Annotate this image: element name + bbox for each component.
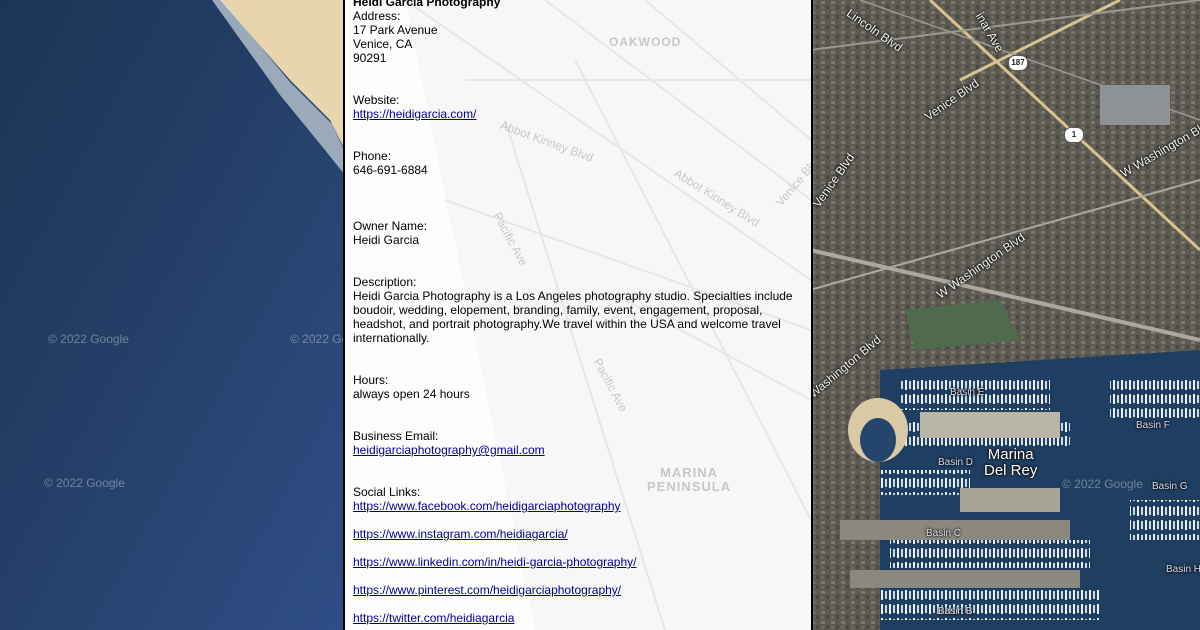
phone-number: 646-691-6884 xyxy=(353,163,428,177)
facebook-link[interactable]: https://www.facebook.com/heidigarciaphot… xyxy=(353,499,808,513)
owner-name: Heidi Garcia xyxy=(353,233,420,247)
owner-label: Owner Name: xyxy=(353,219,428,233)
instagram-link[interactable]: https://www.instagram.com/heidiagarcia/ xyxy=(353,527,808,541)
hours-label: Hours: xyxy=(353,373,389,387)
linkedin-link[interactable]: https://www.linkedin.com/in/heidi-garcia… xyxy=(353,555,808,569)
basin-label: Basin C xyxy=(926,528,962,539)
email-label: Business Email: xyxy=(353,429,439,443)
basin-label: Basin E xyxy=(950,387,985,398)
description-label: Description: xyxy=(353,275,417,289)
route-1-shield-icon: 1 xyxy=(1064,127,1084,143)
twitter-link[interactable]: https://twitter.com/heidiagarcia xyxy=(353,611,808,625)
hours-text: always open 24 hours xyxy=(353,387,470,401)
email-link[interactable]: heidigarciaphotography@gmail.com xyxy=(353,443,808,457)
address-street: 17 Park Avenue xyxy=(353,23,438,37)
map-attribution: © 2022 Google xyxy=(44,476,125,490)
website-link[interactable]: https://heidigarcia.com/ xyxy=(353,107,808,121)
map-attribution: © 2022 Google xyxy=(48,332,129,346)
address-label: Address: xyxy=(353,9,401,23)
basin-label: Basin D xyxy=(938,457,974,468)
phone-label: Phone: xyxy=(353,149,392,163)
pinterest-link[interactable]: https://www.pinterest.com/heidigarciapho… xyxy=(353,583,808,597)
place-label-marina-del-rey: Marina Del Rey xyxy=(984,446,1038,479)
address-zip: 90291 xyxy=(353,51,387,65)
business-details: Heidi Garcia Photography Address: 17 Par… xyxy=(353,0,808,625)
website-label: Website: xyxy=(353,93,400,107)
basin-label: Basin F xyxy=(1136,420,1170,431)
basin-label: Basin G xyxy=(1152,481,1188,492)
route-187-shield-icon: 187 xyxy=(1008,55,1028,71)
map-attribution: © 2022 Google xyxy=(1062,477,1143,491)
business-info-panel: OAKWOOD Abbot Kinney Blvd Abbot Kinney B… xyxy=(343,0,813,630)
address-city: Venice, CA xyxy=(353,37,413,51)
business-name: Heidi Garcia Photography xyxy=(353,0,501,9)
description-text: Heidi Garcia Photography is a Los Angele… xyxy=(353,289,793,345)
social-links-label: Social Links: xyxy=(353,485,421,499)
basin-label: Basin B xyxy=(938,606,973,617)
basin-label: Basin H xyxy=(1166,564,1200,575)
